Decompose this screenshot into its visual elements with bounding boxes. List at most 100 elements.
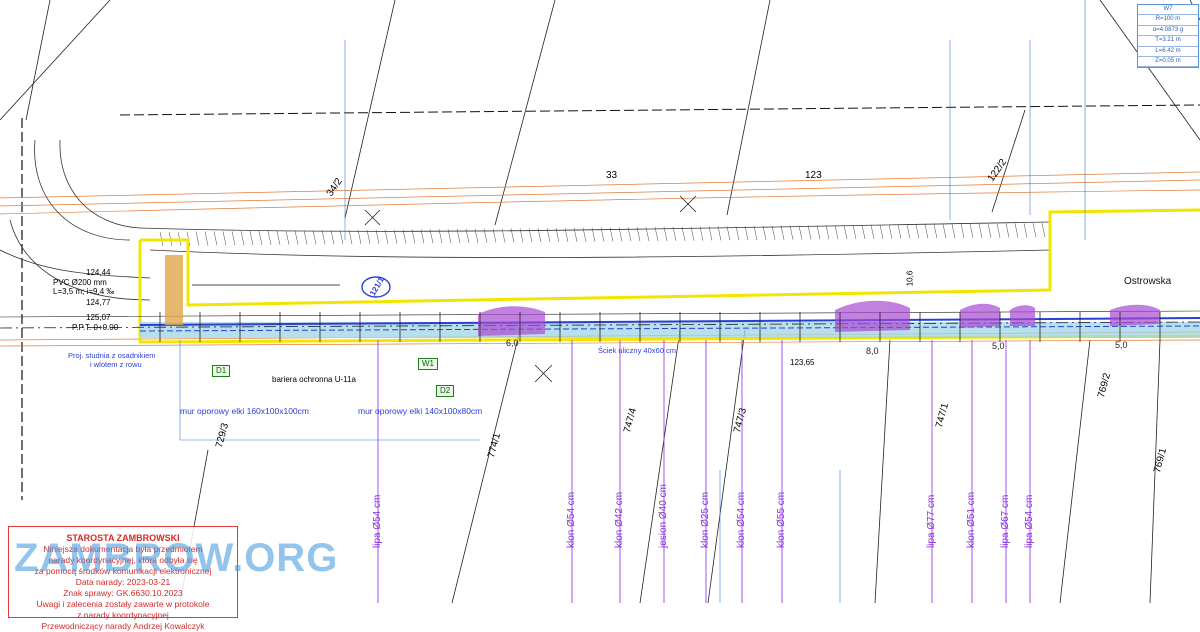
hatch-marks	[159, 223, 1046, 247]
hatch-mark	[978, 223, 983, 238]
stamp-line: Uwagi i zalecenia zostały zawarte w prot…	[36, 599, 210, 609]
legend-row: Z=0.05 m	[1138, 57, 1198, 68]
hatch-mark	[717, 226, 722, 241]
hatch-mark	[393, 229, 398, 244]
hatch-mark	[807, 225, 812, 240]
plan-drawing	[0, 0, 1200, 603]
hatch-mark	[906, 224, 911, 239]
elevation-label: 10,6	[905, 270, 915, 287]
hatch-mark	[771, 225, 776, 240]
hatch-mark	[897, 224, 902, 239]
tree-label: klon Ø55 cm	[776, 491, 787, 548]
hatch-mark	[681, 226, 686, 241]
legend-title: W7	[1138, 5, 1198, 16]
hatch-mark	[825, 225, 830, 240]
hatch-mark	[267, 230, 272, 245]
tree-label: lipa Ø77 cm	[926, 494, 937, 548]
hatch-mark	[816, 225, 821, 240]
tree-label: lipa Ø67 cm	[1000, 494, 1011, 548]
hatch-mark	[996, 223, 1001, 238]
marker-d1: D1	[212, 365, 231, 377]
elevation-label: 124,44	[86, 268, 111, 277]
hatch-mark	[744, 226, 749, 241]
hatch-mark	[195, 231, 200, 246]
tree-label: lipa Ø54 cm	[1024, 494, 1035, 548]
hatch-mark	[231, 231, 236, 246]
legend-row: R=100 m	[1138, 15, 1198, 26]
hatch-mark	[285, 230, 290, 245]
hatch-mark	[753, 226, 758, 241]
hatch-mark	[276, 230, 281, 245]
elevation-label: 125,07	[86, 313, 111, 322]
hatch-mark	[222, 231, 227, 246]
hatch-mark	[969, 223, 974, 238]
hatch-mark	[339, 230, 344, 245]
watermark: ZAMBROW.ORG	[14, 536, 339, 580]
hatch-mark	[852, 225, 857, 240]
hatch-mark	[870, 224, 875, 239]
hatch-mark	[915, 224, 920, 239]
tree-label: jesion Ø40 cm	[658, 484, 669, 548]
hatch-mark	[366, 229, 371, 244]
parcel-label: 33	[606, 170, 618, 181]
marker-w1: W1	[418, 358, 438, 370]
elevation-label: 124,77	[86, 298, 111, 307]
road-name: Ostrowska	[1124, 276, 1172, 287]
hatch-mark	[942, 224, 947, 239]
hatch-mark	[699, 226, 704, 241]
barrier-label: bariera ochronna U-11a	[272, 375, 356, 384]
hatch-mark	[789, 225, 794, 240]
hatch-mark	[213, 231, 218, 246]
marker-d2: D2	[436, 385, 455, 397]
hatch-mark	[384, 229, 389, 244]
gutter-label: Ściek uliczny 40x60 cm	[598, 346, 676, 355]
hatch-mark	[879, 224, 884, 239]
tree-label: klon Ø54 cm	[736, 491, 747, 548]
dimension-label: 5,0	[992, 341, 1005, 351]
road-edge-top	[140, 208, 1200, 307]
tree-label: klon Ø51 cm	[966, 491, 977, 548]
wall-label-2: mur oporowy elki 140x100x80cm	[358, 406, 483, 416]
hatch-mark	[735, 226, 740, 241]
hatch-mark	[690, 226, 695, 241]
stamp-line: z narady koordynacyjnej	[77, 610, 169, 620]
project-note-2: i wlotem z rowu	[90, 360, 142, 369]
parcel-label: 123	[805, 170, 822, 181]
hatch-mark	[798, 225, 803, 240]
hatch-mark	[933, 224, 938, 239]
curve-legend: W7 R=100 m α=4.0873 g T=3.21 m L=6.42 m …	[1137, 4, 1199, 68]
tree-label: klon Ø25 cm	[700, 491, 711, 548]
wall-label-1: mur oporowy elki 160x100x100cm	[180, 406, 309, 416]
hatch-mark	[843, 225, 848, 240]
hatch-mark	[375, 229, 380, 244]
tree-lines	[377, 340, 1031, 603]
hatch-mark	[834, 225, 839, 240]
dimension-label: 5,0	[1115, 340, 1128, 350]
legend-row: α=4.0873 g	[1138, 26, 1198, 37]
hatch-mark	[204, 231, 209, 246]
tree-label: lipa Ø54 cm	[372, 494, 383, 548]
pvc-label: PVC Ø200 mm	[53, 278, 107, 287]
slope-hatch	[139, 221, 1051, 258]
stamp-line: Przewodniczący narady Andrzej Kowalczyk	[41, 621, 205, 631]
hatch-mark	[258, 230, 263, 246]
hatch-mark	[249, 231, 254, 246]
chamber-box	[165, 255, 183, 325]
hatch-mark	[708, 226, 713, 241]
stamp-line: Znak sprawy: GK.6630.10.2023	[63, 588, 183, 598]
elevation-label: 123,65	[790, 358, 815, 367]
hatch-mark	[348, 230, 353, 245]
hatch-mark	[294, 230, 299, 245]
tree-label: klon Ø42 cm	[614, 491, 625, 548]
hatch-mark	[960, 223, 965, 239]
hatch-mark	[780, 225, 785, 240]
hatch-mark	[861, 224, 866, 240]
station-origin: P.P.T. 0+0.00	[72, 323, 119, 332]
legend-row: L=6.42 m	[1138, 47, 1198, 58]
legend-row: T=3.21 m	[1138, 36, 1198, 47]
dimension-label: 8,0	[866, 346, 879, 356]
hatch-mark	[1041, 223, 1046, 238]
hatch-mark	[330, 230, 335, 245]
hatch-mark	[240, 231, 245, 246]
hatch-mark	[312, 230, 317, 245]
